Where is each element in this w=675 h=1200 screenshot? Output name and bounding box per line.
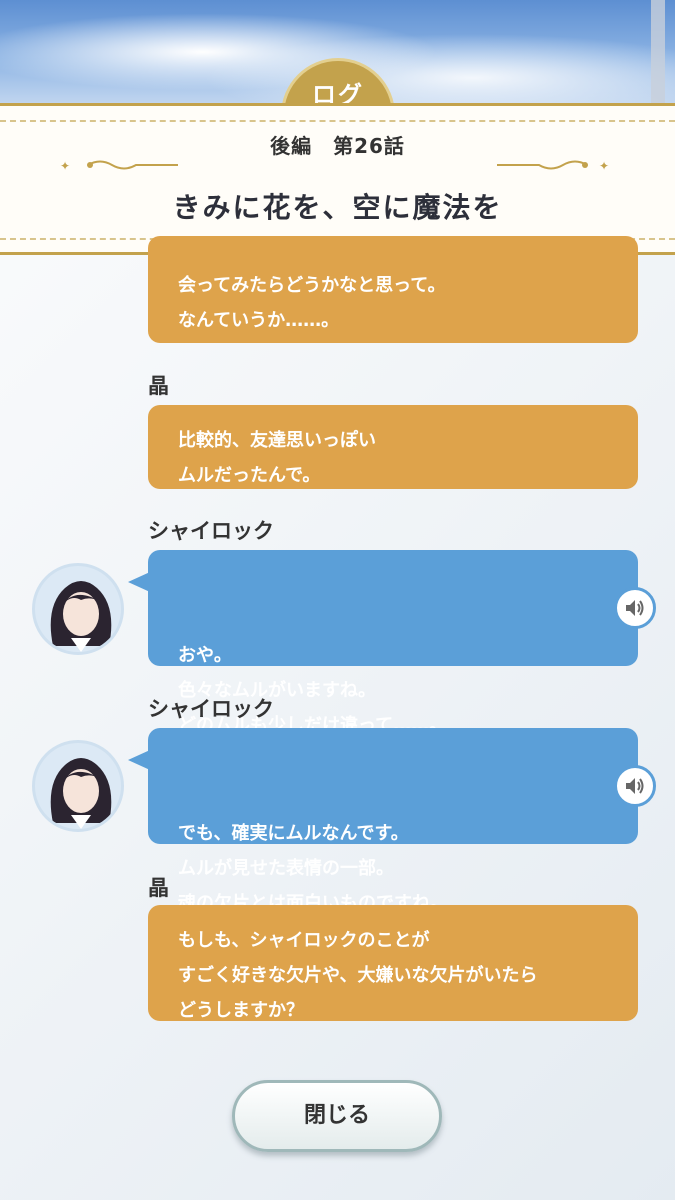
- message-bubble: 会ってみたらどうかなと思って。 なんていうか……。: [148, 236, 638, 343]
- character-avatar: [32, 740, 124, 832]
- close-button[interactable]: 閉じる: [232, 1080, 442, 1152]
- character-avatar: [32, 563, 124, 655]
- episode-title: きみに花を、空に魔法を: [172, 191, 503, 224]
- play-voice-button[interactable]: [614, 765, 656, 807]
- message-bubble: もしも、シャイロックのことが すごく好きな欠片や、大嫌いな欠片がいたら どうしま…: [148, 905, 638, 1021]
- ornament-right-icon: ✦: [497, 159, 609, 172]
- svg-text:✦: ✦: [60, 159, 70, 172]
- bubble-tail: [128, 750, 150, 770]
- message-bubble: 比較的、友達思いっぽい ムルだったんで。: [148, 405, 638, 489]
- background-pillar: [651, 0, 665, 110]
- speaker-name: 晶: [148, 876, 169, 900]
- speaker-icon: [626, 600, 644, 616]
- speaker-icon: [626, 778, 644, 794]
- divider: [0, 120, 675, 122]
- chapter-label: 後編 第26話: [270, 134, 405, 158]
- message-bubble: おや。 色々なムルがいますね。 どのムルも少しだけ違って……。: [128, 550, 656, 736]
- svg-text:✦: ✦: [599, 159, 609, 172]
- speaker-name: 晶: [148, 374, 169, 398]
- speaker-name: シャイロック: [148, 697, 274, 721]
- episode-header: 後編 第26話 ✦ ✦ きみに花を、空に魔法を: [0, 103, 675, 255]
- play-voice-button[interactable]: [614, 587, 656, 629]
- ornament-left-icon: ✦: [60, 159, 178, 172]
- bubble-tail: [128, 572, 150, 592]
- message-bubble: でも、確実にムルなんです。 ムルが見せた表情の一部。 魂の欠片とは面白いものです…: [128, 728, 656, 914]
- speaker-name: シャイロック: [148, 519, 274, 543]
